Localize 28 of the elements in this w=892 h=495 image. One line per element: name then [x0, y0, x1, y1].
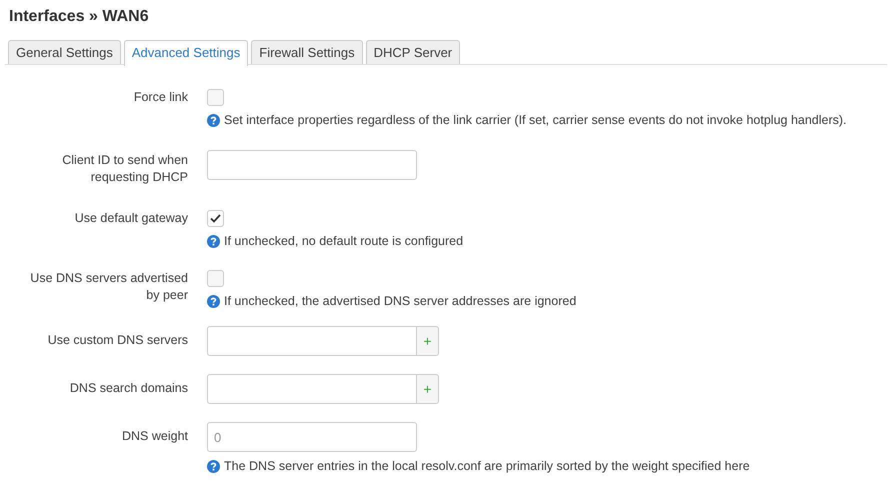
input-field[interactable]: 0 [207, 422, 417, 452]
input-field[interactable] [207, 374, 417, 404]
tab[interactable]: General Settings [8, 40, 121, 64]
help-text: If unchecked, the advertised DNS server addresses are ignored [224, 294, 576, 308]
field-label: DNS weight [121, 428, 188, 445]
help-icon [207, 234, 220, 248]
field-label: DNS search domains [68, 380, 188, 397]
help-text: The DNS server entries in the local resolv.conf are primarily sorted by the weight specified here [224, 459, 750, 473]
tab[interactable]: Advanced Settings [124, 40, 248, 66]
help-icon [207, 460, 220, 472]
field-label: Force link [132, 89, 188, 106]
field-label: Client ID to send when requesting DHCP [61, 152, 188, 186]
check-icon [210, 214, 221, 223]
tab[interactable]: Firewall Settings [251, 40, 363, 64]
help-text: Set interface properties regardless of the link carrier (If set, carrier sense events do not invoke hotplug handlers). [224, 113, 847, 127]
field-label: Use custom DNS servers [46, 332, 188, 349]
input-field[interactable] [207, 150, 417, 180]
checkbox[interactable] [207, 210, 224, 227]
tab[interactable]: DHCP Server [366, 40, 460, 64]
checkbox[interactable] [207, 89, 224, 106]
field-label: Use default gateway [74, 210, 188, 227]
field-label: Use DNS servers advertised by peer [29, 270, 188, 304]
input-field[interactable] [207, 326, 417, 356]
checkbox[interactable] [207, 270, 224, 287]
help-icon [207, 114, 220, 126]
help-text: If unchecked, no default route is configured [224, 234, 464, 248]
help-icon [207, 294, 220, 308]
page-title: Interfaces » WAN6 [8, 7, 150, 27]
